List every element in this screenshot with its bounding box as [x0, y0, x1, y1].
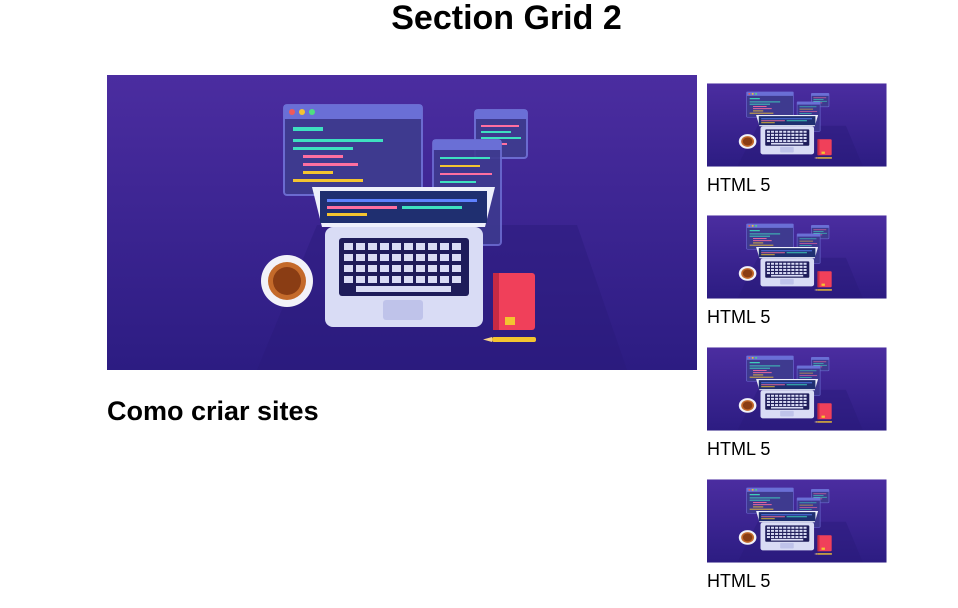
side-card[interactable]: HTML 5 [707, 207, 907, 328]
side-card-label[interactable]: HTML 5 [707, 439, 907, 460]
laptop-code-thumbnail-image[interactable] [707, 339, 907, 439]
laptop-code-illustration-image[interactable] [107, 75, 697, 370]
side-card-label[interactable]: HTML 5 [707, 571, 907, 592]
laptop-code-thumbnail-image[interactable] [707, 471, 907, 571]
side-card[interactable]: HTML 5 [707, 471, 907, 592]
page: Section Grid 2 Como criar sites HTML 5 H… [0, 0, 958, 608]
laptop-code-thumbnail-image[interactable] [707, 75, 907, 175]
side-card[interactable]: HTML 5 [707, 339, 907, 460]
main-article-heading[interactable]: Como criar sites [107, 395, 319, 427]
side-card-label[interactable]: HTML 5 [707, 175, 907, 196]
side-card[interactable]: HTML 5 [707, 75, 907, 196]
main-article[interactable]: Como criar sites [107, 75, 697, 426]
side-card-label[interactable]: HTML 5 [707, 307, 907, 328]
laptop-code-thumbnail-image[interactable] [707, 207, 907, 307]
page-title: Section Grid 2 [391, 0, 622, 37]
